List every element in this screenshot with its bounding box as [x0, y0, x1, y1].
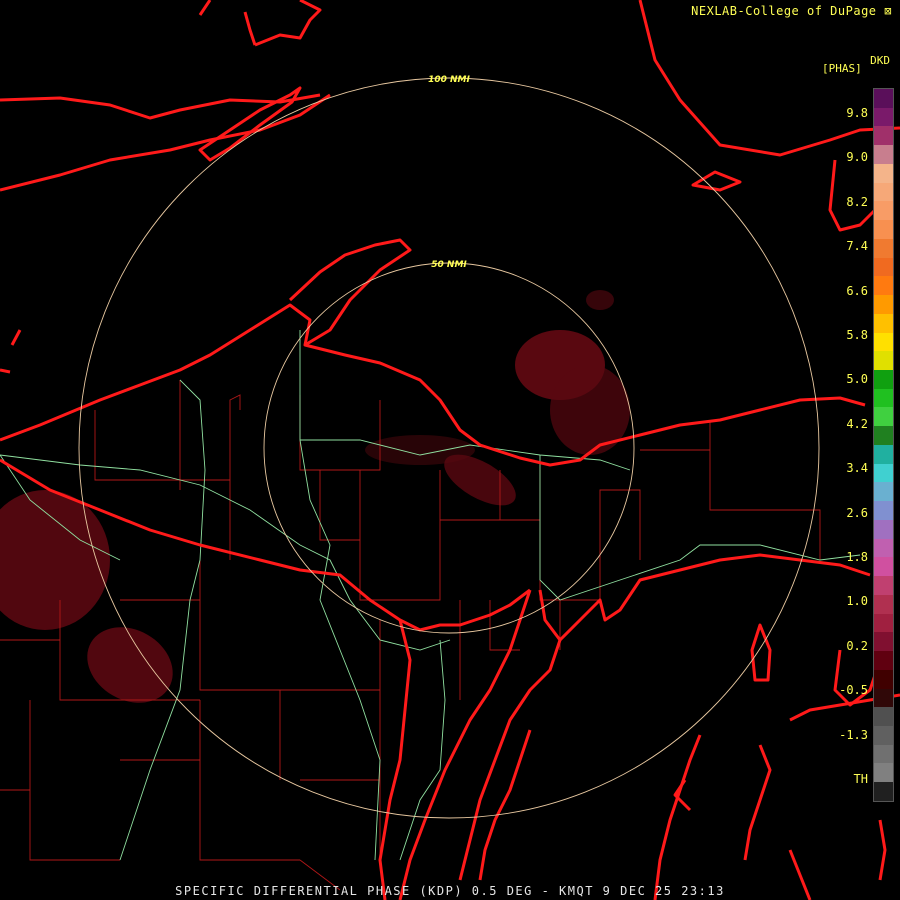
color-scale-segment [874, 276, 893, 296]
color-scale-segment [874, 463, 893, 483]
color-scale-tick-label: 2.6 [846, 505, 868, 520]
color-scale-segment [874, 482, 893, 502]
color-scale-tick-label: TH [853, 772, 868, 786]
color-scale-tick-label: 5.8 [846, 328, 868, 342]
color-scale-segment [874, 669, 893, 689]
color-scale-segment [874, 407, 893, 427]
color-scale-segment [874, 238, 893, 258]
color-scale-bar [873, 88, 894, 802]
color-scale-segment [874, 763, 893, 783]
color-scale-segment [874, 107, 893, 127]
color-scale-segment [874, 351, 893, 371]
color-scale-segment [874, 744, 893, 764]
color-scale-segment [874, 576, 893, 595]
color-scale-segment [874, 613, 893, 633]
color-scale-segment [874, 707, 893, 726]
color-scale-tick-label: 9.8 [846, 106, 868, 120]
color-scale-segment [874, 444, 893, 464]
color-scale-tick-label: 7.4 [846, 239, 868, 254]
color-scale-segment [874, 519, 893, 539]
credit-label: NEXLAB-College of DuPage ⊠ [691, 4, 892, 18]
color-scale-tick-label: 8.2 [846, 194, 868, 209]
color-scale-segment [874, 145, 893, 164]
color-scale-tick-label: 3.4 [846, 461, 868, 476]
ring-100-label: 100 NMI [428, 75, 470, 85]
color-scale-segment [874, 182, 893, 202]
product-caption: SPECIFIC DIFFERENTIAL PHASE (KDP) 0.5 DE… [175, 884, 725, 898]
color-scale-segment [874, 295, 893, 314]
color-scale-segment [874, 220, 893, 239]
color-scale-segment [874, 632, 893, 652]
color-scale-segment [874, 782, 893, 801]
color-scale-segment [874, 501, 893, 520]
color-scale-segment [874, 370, 893, 389]
color-scale-tick-label: 1.8 [846, 550, 868, 564]
radar-map[interactable]: 100 NMI 50 NMI [0, 0, 900, 900]
color-scale-tick-label: 4.2 [846, 416, 868, 431]
color-scale-tick-label: -1.3 [839, 727, 868, 742]
color-scale-segment [874, 89, 893, 108]
color-scale-segment [874, 538, 893, 558]
color-scale-segment [874, 163, 893, 183]
color-scale-segment [874, 257, 893, 277]
color-scale-tick-label: 9.0 [846, 150, 868, 165]
color-scale-segment [874, 725, 893, 745]
color-scale-tick-label: -0.5 [839, 683, 868, 698]
color-scale-tick-label: 6.6 [846, 283, 868, 298]
legend-unit: [PHAS] [822, 62, 862, 75]
color-scale-segment [874, 594, 893, 614]
color-scale-segment [874, 201, 893, 221]
ring-50-label: 50 NMI [431, 260, 467, 270]
color-scale-tick-label: 0.2 [846, 638, 868, 653]
color-scale-segment [874, 651, 893, 670]
logo-icon: ⊠ [884, 4, 892, 18]
color-scale-segment [874, 388, 893, 408]
color-scale-tick-label: 5.0 [846, 372, 868, 387]
color-scale-segment [874, 332, 893, 352]
color-scale-segment [874, 313, 893, 333]
color-scale-segment [874, 688, 893, 708]
color-scale-segment [874, 557, 893, 577]
product-code: DKD [870, 54, 890, 67]
color-scale-tick-label: 1.0 [846, 594, 868, 609]
color-scale-segment [874, 126, 893, 146]
color-scale-segment [874, 426, 893, 445]
